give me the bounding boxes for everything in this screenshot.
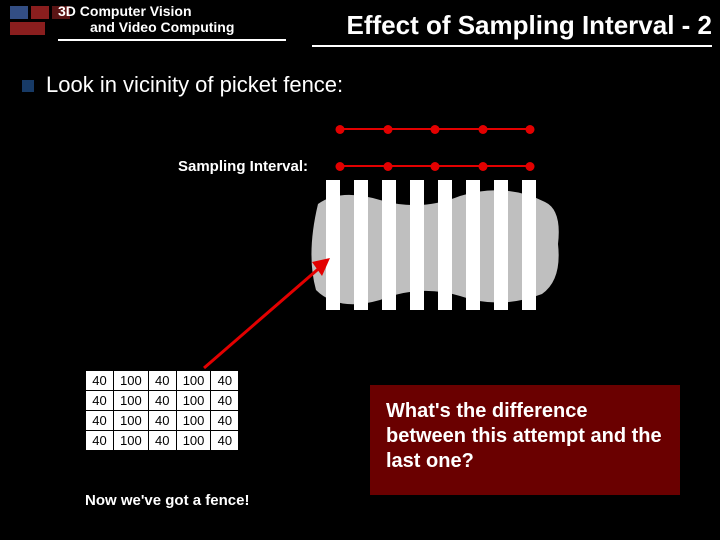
sample-dot (383, 125, 392, 134)
sample-dot (478, 162, 487, 171)
table-cell: 100 (114, 431, 149, 451)
sample-dot (526, 162, 535, 171)
title-underline (312, 45, 712, 47)
table-cell: 40 (211, 371, 239, 391)
table-row: 40 100 40 100 40 (86, 411, 239, 431)
sample-dot (431, 125, 440, 134)
table-cell: 100 (176, 391, 211, 411)
slide-title: Effect of Sampling Interval - 2 (310, 10, 712, 41)
sample-dot (431, 162, 440, 171)
table-cell: 40 (211, 411, 239, 431)
table-cell: 40 (148, 371, 176, 391)
sampling-interval-label: Sampling Interval: (178, 158, 308, 175)
header-underline (58, 39, 286, 41)
table-row: 40 100 40 100 40 (86, 391, 239, 411)
table-cell: 100 (176, 371, 211, 391)
table-cell: 40 (148, 411, 176, 431)
header-line-2: and Video Computing (90, 19, 234, 35)
logo-row-2 (10, 22, 70, 35)
logo-bar-red (10, 22, 45, 35)
logo-square-blue (10, 6, 28, 19)
table-cell: 100 (114, 391, 149, 411)
table-cell: 100 (114, 371, 149, 391)
bullet-icon (22, 80, 34, 92)
table-cell: 100 (176, 411, 211, 431)
arrow-icon (184, 258, 340, 378)
picket (410, 180, 424, 310)
picket (466, 180, 480, 310)
fence-illustration (316, 180, 558, 312)
table-row: 40 100 40 100 40 (86, 431, 239, 451)
table-cell: 40 (211, 431, 239, 451)
table-cell: 40 (86, 411, 114, 431)
sample-dot (478, 125, 487, 134)
header-line-1: 3D Computer Vision (58, 4, 192, 19)
table-cell: 40 (86, 371, 114, 391)
sample-dot (526, 125, 535, 134)
table-cell: 100 (176, 431, 211, 451)
table-caption: Now we've got a fence! (85, 492, 249, 509)
table-cell: 40 (86, 391, 114, 411)
table-cell: 40 (148, 431, 176, 451)
callout-box: What's the difference between this attem… (370, 385, 680, 495)
picket (494, 180, 508, 310)
picket (438, 180, 452, 310)
table-cell: 100 (114, 411, 149, 431)
sample-dot (383, 162, 392, 171)
table-cell: 40 (148, 391, 176, 411)
picket (354, 180, 368, 310)
table-row: 40 100 40 100 40 (86, 371, 239, 391)
table-cell: 40 (211, 391, 239, 411)
picket (522, 180, 536, 310)
picket (382, 180, 396, 310)
logo-square-red (31, 6, 49, 19)
sample-dot (336, 162, 345, 171)
sample-dot (336, 125, 345, 134)
callout-text: What's the difference between this attem… (386, 399, 664, 474)
intensity-table: 40 100 40 100 40 40 100 40 100 40 40 100… (85, 370, 239, 451)
bullet-text: Look in vicinity of picket fence: (46, 72, 343, 98)
table-cell: 40 (86, 431, 114, 451)
